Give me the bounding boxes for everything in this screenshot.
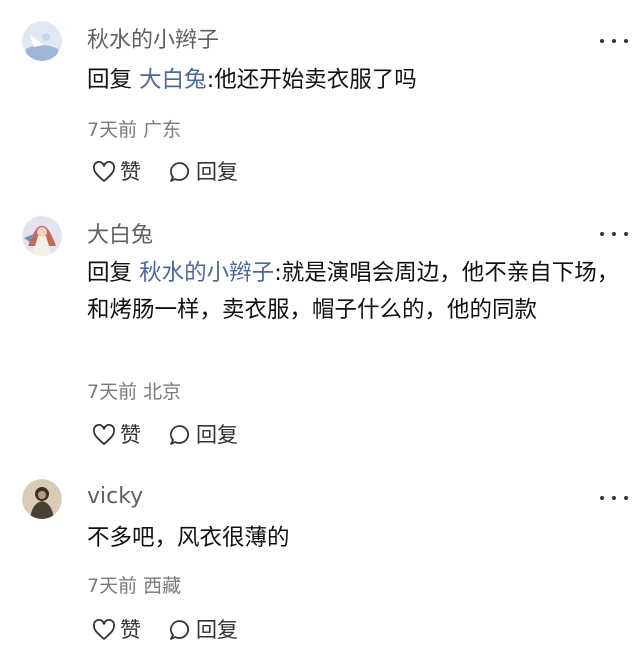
like-label: 赞 — [120, 160, 141, 184]
reply-button[interactable]: 回复 — [168, 422, 238, 448]
more-options-icon[interactable] — [600, 36, 628, 46]
comment-text: 回复 大白兔:他还开始卖衣服了吗 — [87, 62, 627, 99]
like-label: 赞 — [120, 423, 141, 447]
comment-bubble-icon — [169, 425, 189, 445]
reply-target-name[interactable]: 秋水的小辫子 — [139, 260, 274, 286]
comment-meta: 7天前 广东 — [87, 117, 181, 143]
comment-time: 7天前 — [87, 575, 138, 597]
avatar[interactable] — [22, 21, 62, 61]
comment-meta: 7天前 西藏 — [87, 573, 181, 599]
comment-body: 不多吧，风衣很薄的 — [87, 525, 290, 551]
username[interactable]: 大白兔 — [87, 221, 153, 251]
reply-separator: : — [274, 260, 282, 286]
heart-icon — [93, 619, 115, 640]
comment-location: 西藏 — [143, 575, 182, 597]
comment-text: 回复 秋水的小辫子:就是演唱会周边，他不亲自下场，和烤肠一样，卖衣服，帽子什么的… — [87, 255, 627, 329]
username[interactable]: 秋水的小辫子 — [87, 26, 219, 56]
comment-time: 7天前 — [87, 119, 138, 141]
reply-target-name[interactable]: 大白兔 — [139, 67, 207, 93]
avatar-image — [22, 479, 62, 519]
comment-bubble-icon — [169, 620, 189, 640]
comment-location: 北京 — [143, 381, 182, 403]
reply-label: 回复 — [196, 618, 238, 642]
comment-location: 广东 — [143, 119, 182, 141]
comment-text: 不多吧，风衣很薄的 — [87, 520, 627, 557]
avatar[interactable] — [22, 216, 62, 256]
reply-prefix: 回复 — [87, 260, 133, 286]
heart-icon — [93, 424, 115, 445]
avatar[interactable] — [22, 479, 62, 519]
reply-button[interactable]: 回复 — [168, 617, 238, 643]
reply-label: 回复 — [196, 160, 238, 184]
avatar-image — [22, 216, 62, 256]
like-label: 赞 — [120, 618, 141, 642]
comment-body: 他还开始卖衣服了吗 — [214, 67, 417, 93]
reply-button[interactable]: 回复 — [168, 159, 238, 185]
comment-time: 7天前 — [87, 381, 138, 403]
avatar-image — [22, 21, 62, 61]
heart-icon — [93, 161, 115, 182]
like-button[interactable]: 赞 — [92, 617, 141, 643]
more-options-icon[interactable] — [600, 493, 628, 503]
more-options-icon[interactable] — [600, 229, 628, 239]
like-button[interactable]: 赞 — [92, 159, 141, 185]
username[interactable]: vicky — [87, 482, 143, 512]
comment-meta: 7天前 北京 — [87, 379, 181, 405]
like-button[interactable]: 赞 — [92, 422, 141, 448]
reply-label: 回复 — [196, 423, 238, 447]
reply-prefix: 回复 — [87, 67, 133, 93]
comment-bubble-icon — [169, 162, 189, 182]
